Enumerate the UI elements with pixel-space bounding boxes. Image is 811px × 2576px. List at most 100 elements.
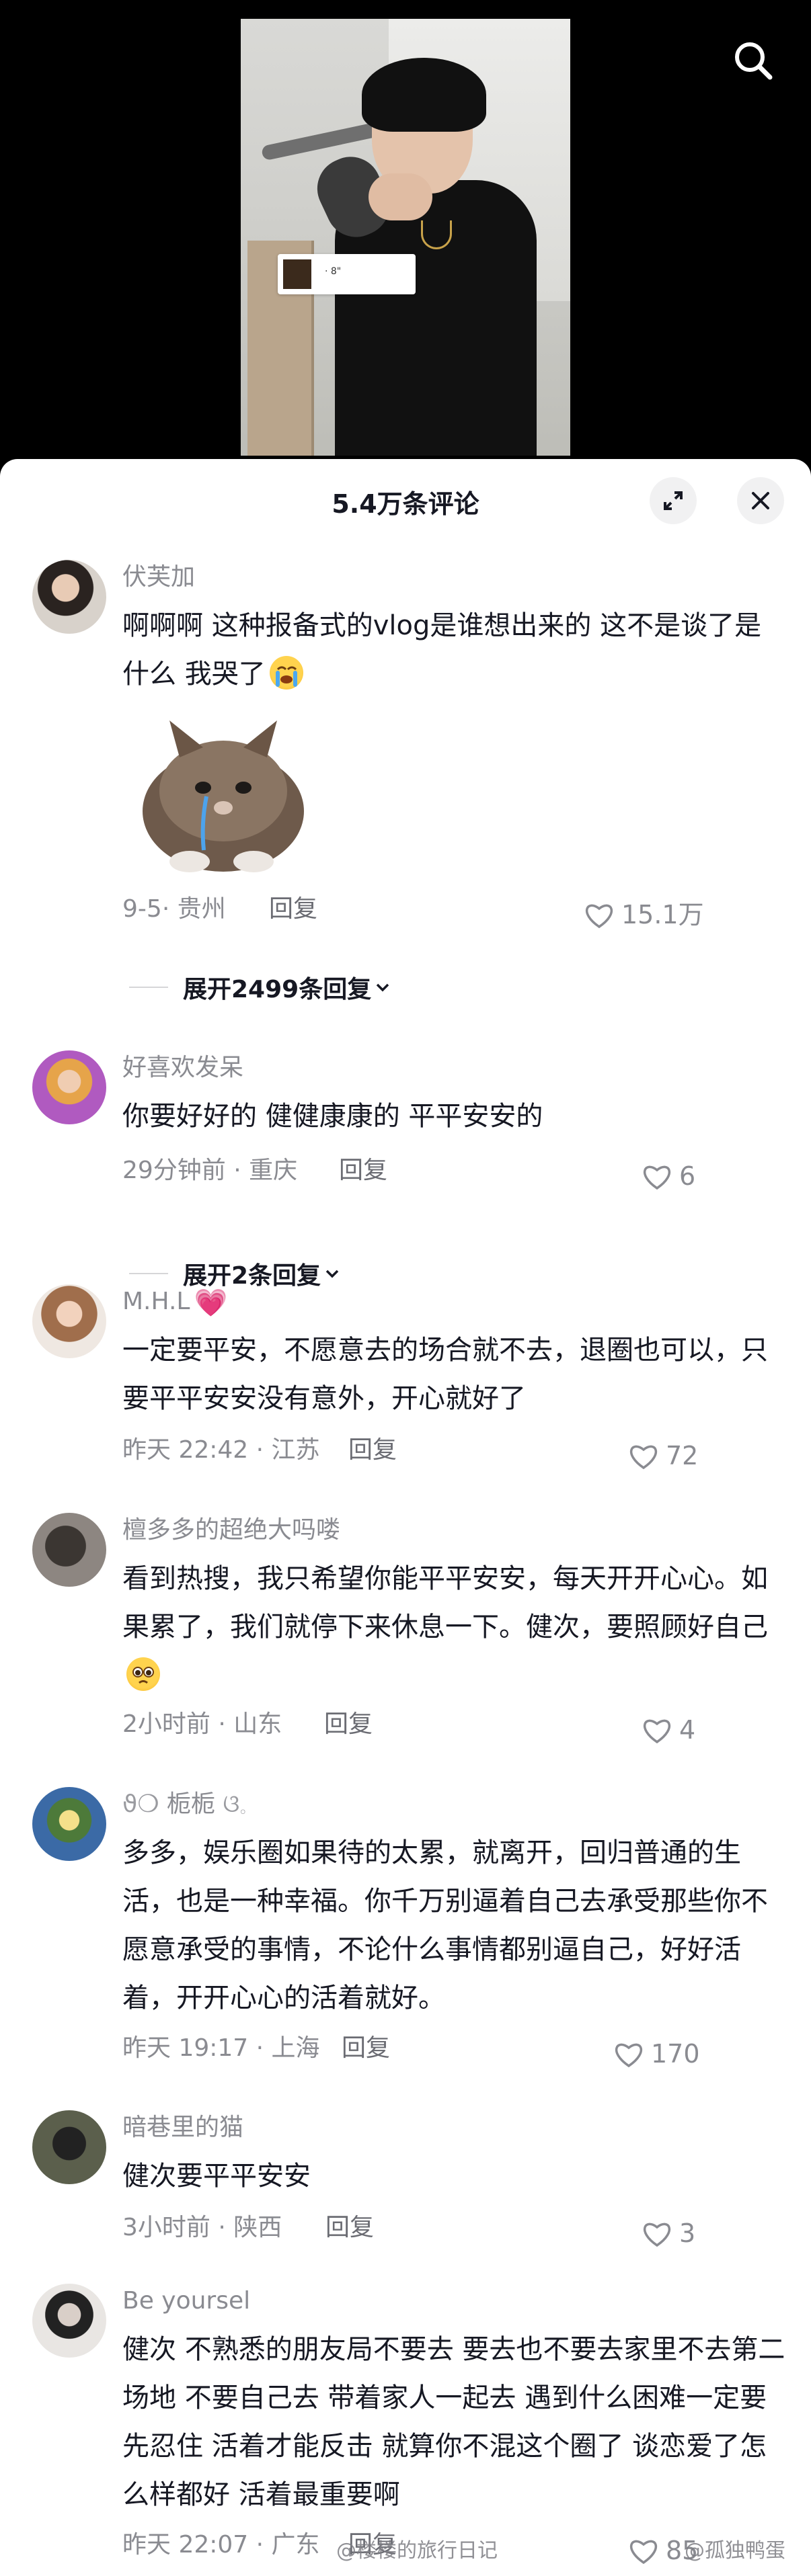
- reply-button[interactable]: 回复: [324, 1701, 373, 1748]
- heart-icon: [615, 2043, 643, 2068]
- heart-icon: [629, 2540, 658, 2565]
- comment-text: 多多，娱乐圈如果待的太累，就离开，回归普通的生活，也是一种幸福。你千万别逼着自己…: [122, 1837, 768, 2013]
- comment-time-location: 昨天 22:42 · 江苏: [122, 1436, 320, 1464]
- reply-button[interactable]: 回复: [325, 2204, 374, 2251]
- avatar[interactable]: [32, 560, 106, 634]
- comment-time-location: 9-5· 贵州: [122, 895, 226, 923]
- crying-kitten-sticker[interactable]: [122, 710, 324, 875]
- like-count: 15.1万: [621, 900, 704, 929]
- comment-location: 陕西: [233, 2214, 282, 2241]
- comment-time: 昨天 22:07: [122, 2531, 249, 2559]
- chevron-down-icon: [376, 983, 389, 992]
- video-overlay-card: · 8": [278, 254, 416, 294]
- divider-line: [129, 1273, 168, 1274]
- comments-header: 5.4万条评论: [0, 459, 811, 533]
- expand-replies-label: 展开2499条回复: [183, 976, 372, 1003]
- comment-location: 重庆: [249, 1157, 298, 1184]
- video-player[interactable]: · 8": [0, 0, 811, 464]
- heart-icon: [643, 1719, 671, 1744]
- comment-text: 健次 不熟悉的朋友局不要去 要去也不要去家里不去第二场地 不要自己去 带着家人一…: [122, 2334, 785, 2510]
- comment-time-location: 2小时前 · 山东: [122, 1710, 282, 1738]
- comment-username[interactable]: M.H.L 💗: [122, 1288, 788, 1319]
- expand-replies-button[interactable]: 展开2条回复: [129, 1256, 344, 1291]
- close-icon: [752, 492, 769, 509]
- comment-text-content: 啊啊啊 这种报备式的vlog是谁想出来的 这不是谈了是什么 我哭了: [122, 610, 762, 690]
- expand-fullscreen-button[interactable]: [650, 477, 697, 524]
- comment-time: 29分钟前: [122, 1157, 226, 1184]
- avatar[interactable]: [32, 2284, 106, 2358]
- like-count: 4: [679, 1715, 696, 1745]
- close-comments-button[interactable]: [737, 477, 784, 524]
- reply-button[interactable]: 回复: [269, 886, 317, 933]
- like-count: 72: [666, 1441, 699, 1470]
- comment-meta: 9-5· 贵州 回复 15.1万: [122, 886, 788, 933]
- avatar[interactable]: [32, 2110, 106, 2184]
- comment-body: 伏芙加 啊啊啊 这种报备式的vlog是谁想出来的 这不是谈了是什么 我哭了 9-…: [122, 564, 788, 933]
- username-suffix-decoration: ଓ𓈒: [223, 1790, 247, 1818]
- pleading-face-emoji-icon: [126, 1657, 160, 1691]
- avatar[interactable]: [32, 1787, 106, 1861]
- comment-meta: 29分钟前 · 重庆 回复 6: [122, 1147, 788, 1194]
- comment-time: 昨天 22:42: [122, 1436, 249, 1464]
- like-button[interactable]: 72: [628, 1432, 698, 1479]
- comment-time-location: 3小时前 · 陕西: [122, 2214, 282, 2241]
- comment-username[interactable]: 暗巷里的猫: [122, 2114, 788, 2141]
- like-count: 170: [651, 2039, 700, 2069]
- video-mic-stand: [260, 120, 389, 161]
- comment-username[interactable]: 好喜欢发呆: [122, 1054, 788, 1081]
- comment-username[interactable]: 檀多多的超绝大吗喽: [122, 1517, 788, 1544]
- comment-location: 贵州: [177, 895, 226, 923]
- loudly-crying-face-emoji-icon: [269, 656, 303, 690]
- comment-time: 9-5: [122, 895, 162, 923]
- comment-time: 2小时前: [122, 1710, 210, 1738]
- chevron-down-icon: [325, 1270, 339, 1278]
- like-count: 6: [679, 1161, 696, 1191]
- like-button[interactable]: 6: [642, 1153, 695, 1200]
- video-frame[interactable]: · 8": [241, 19, 570, 456]
- expand-replies-label: 展开2条回复: [183, 1262, 321, 1290]
- avatar[interactable]: [32, 1513, 106, 1587]
- comment-meta: 昨天 19:17 · 上海 回复 170: [122, 2025, 788, 2072]
- comment-body: M.H.L 💗 一定要平安，不愿意去的场合就不去，退圈也可以，只要平平安安没有意外…: [122, 1288, 788, 1474]
- like-button[interactable]: 15.1万: [584, 891, 704, 938]
- video-person-hair: [362, 58, 486, 132]
- comment-meta: 3小时前 · 陕西 回复 3: [122, 2204, 788, 2251]
- comment-body: 檀多多的超绝大吗喽 看到热搜，我只希望你能平平安安，每天开开心心。如果累了，我们…: [122, 1517, 788, 1748]
- comment-time-location: 昨天 22:07 · 广东: [122, 2531, 320, 2559]
- video-overlay-thumbnail: [283, 259, 311, 289]
- comment-location: 上海: [271, 2034, 320, 2062]
- heart-icon: [629, 1445, 658, 1470]
- comment-time: 3小时前: [122, 2214, 210, 2241]
- comment-location: 山东: [233, 1710, 282, 1738]
- reply-button[interactable]: 回复: [339, 1147, 387, 1194]
- heart-icon: [585, 904, 613, 929]
- like-button[interactable]: 3: [642, 2210, 695, 2257]
- heart-icon: [643, 1165, 671, 1190]
- search-button[interactable]: [730, 37, 777, 84]
- like-count: 3: [679, 2218, 696, 2248]
- watermark-text: @孤独鸭蛋: [685, 2539, 785, 2563]
- comment-text: 健次要平平安安: [122, 2161, 311, 2192]
- comment-time-location: 昨天 19:17 · 上海: [122, 2034, 320, 2062]
- comment-username-text: M.H.L: [122, 1288, 190, 1315]
- comment-body: Be yoursel 健次 不熟悉的朋友局不要去 要去也不要去家里不去第二场地 …: [122, 2288, 788, 2569]
- comment-username[interactable]: ϑ❍ 栀栀 ଓ𓈒: [122, 1791, 788, 1818]
- comment-meta: 昨天 22:42 · 江苏 回复 72: [122, 1427, 788, 1474]
- like-button[interactable]: 170: [613, 2030, 700, 2077]
- crying-face-icon: [275, 666, 297, 687]
- pink-heart-emoji-icon: 💗: [194, 1288, 228, 1319]
- comment-text: 看到热搜，我只希望你能平平安安，每天开开心心。如果累了，我们就停下来休息一下。健…: [122, 1554, 788, 1700]
- comment-username[interactable]: Be yoursel: [122, 2288, 788, 2315]
- pleading-face-icon: [132, 1667, 154, 1684]
- like-button[interactable]: 4: [642, 1706, 695, 1753]
- reply-button[interactable]: 回复: [342, 2025, 390, 2072]
- comment-username[interactable]: 伏芙加: [122, 564, 788, 591]
- avatar[interactable]: [32, 1284, 106, 1358]
- avatar[interactable]: [32, 1050, 106, 1124]
- comment-text: 你要好好的 健健康康的 平平安安的: [122, 1101, 543, 1132]
- search-icon: [735, 42, 773, 80]
- heart-icon: [643, 2222, 671, 2247]
- reply-button[interactable]: 回复: [348, 1427, 397, 1474]
- expand-replies-button[interactable]: 展开2499条回复: [129, 970, 394, 1005]
- watermark-text: @楼楼的旅行日记: [336, 2539, 498, 2563]
